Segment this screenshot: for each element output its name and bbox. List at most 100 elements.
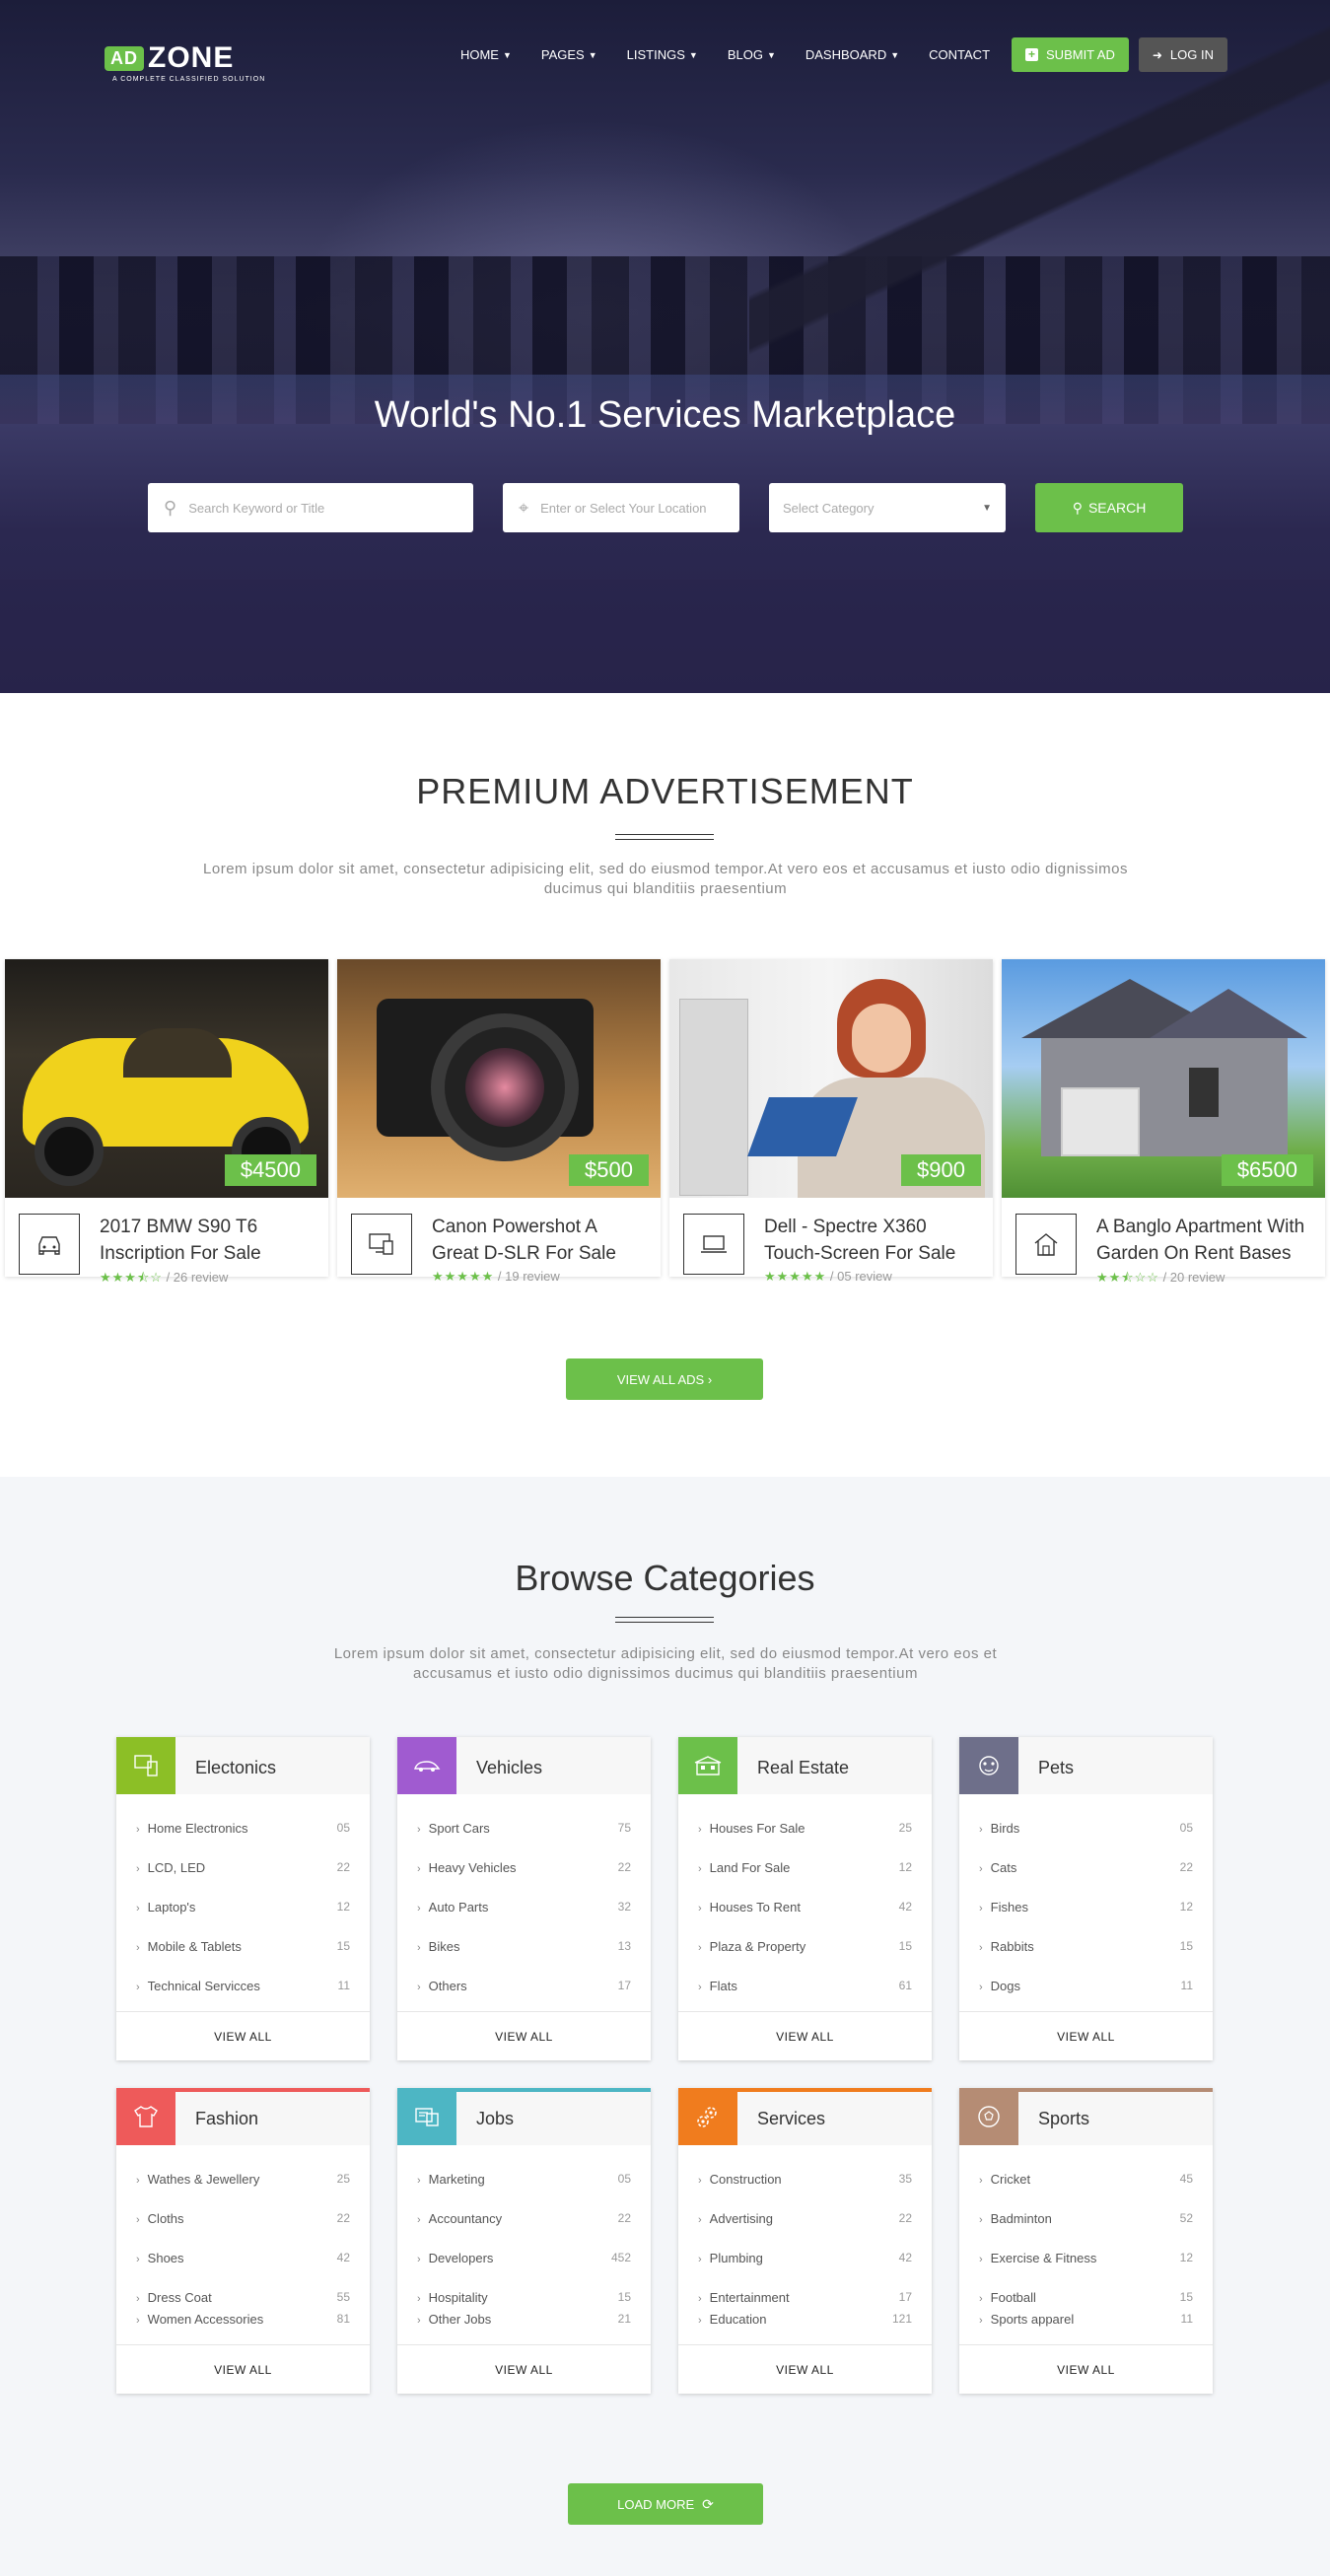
category-item[interactable]: › Wathes & Jewellery 25 (136, 2159, 350, 2198)
category-item[interactable]: › Laptop's 12 (136, 1887, 350, 1926)
category-name[interactable]: Jobs (476, 2109, 514, 2129)
ball-icon (959, 2088, 1018, 2145)
category-item-label: Laptop's (147, 1899, 196, 1915)
caret-down-icon: ▼ (982, 502, 992, 514)
category-item-label: Developers (428, 2250, 494, 2265)
ad-card[interactable]: $4500 2017 BMW S90 T6 Inscription For Sa… (5, 959, 328, 1285)
chevron-right-icon: › (979, 1862, 983, 1875)
keyword-input[interactable]: ⚲ Search Keyword or Title (148, 483, 473, 532)
category-item[interactable]: › Education 121 (698, 2308, 912, 2330)
category-item[interactable]: › Marketing 05 (417, 2159, 631, 2198)
category-item[interactable]: › Plaza & Property 15 (698, 1926, 912, 1966)
category-item[interactable]: › Shoes 42 (136, 2238, 350, 2277)
ad-card[interactable]: $500 Canon Powershot A Great D-SLR For S… (337, 959, 661, 1284)
category-item[interactable]: › LCD, LED 22 (136, 1847, 350, 1887)
load-more-button[interactable]: LOAD MORE ⟳ (568, 2483, 763, 2525)
view-all-button[interactable]: VIEW ALL (959, 2344, 1213, 2394)
category-item[interactable]: › Home Electronics 05 (136, 1808, 350, 1847)
ad-title[interactable]: Dell - Spectre X360 Touch-Screen For Sal… (764, 1214, 979, 1267)
category-item[interactable]: › Cricket 45 (979, 2159, 1193, 2198)
location-input[interactable]: ⌖ Enter or Select Your Location (503, 483, 739, 532)
chevron-right-icon: › (979, 2213, 983, 2226)
category-item[interactable]: › Women Accessories 81 (136, 2308, 350, 2330)
category-item[interactable]: › Dress Coat 55 (136, 2286, 350, 2308)
category-item[interactable]: › Mobile & Tablets 15 (136, 1926, 350, 1966)
ad-title[interactable]: A Banglo Apartment With Garden On Rent B… (1096, 1214, 1311, 1267)
category-item-label: Hospitality (428, 2289, 488, 2305)
view-all-button[interactable]: VIEW ALL (959, 2011, 1213, 2060)
ad-card[interactable]: $6500 A Banglo Apartment With Garden On … (1002, 959, 1325, 1285)
search-button[interactable]: ⚲ SEARCH (1035, 483, 1183, 532)
category-name[interactable]: Fashion (195, 2109, 258, 2129)
category-item[interactable]: › Football 15 (979, 2286, 1193, 2308)
ad-title[interactable]: Canon Powershot A Great D-SLR For Sale (432, 1214, 647, 1267)
view-all-ads-button[interactable]: VIEW ALL ADS › (566, 1358, 763, 1400)
category-name[interactable]: Pets (1038, 1758, 1074, 1778)
category-name[interactable]: Real Estate (757, 1758, 849, 1778)
category-item[interactable]: › Houses To Rent 42 (698, 1887, 912, 1926)
ad-image-camera[interactable]: $500 (337, 959, 661, 1198)
category-item[interactable]: › Others 17 (417, 1966, 631, 2005)
category-item[interactable]: › Dogs 11 (979, 1966, 1193, 2005)
nav-home[interactable]: HOME ▼ (460, 47, 512, 62)
logo-zone: ZONE (148, 41, 235, 74)
submit-ad-button[interactable]: + SUBMIT AD (1012, 37, 1129, 72)
category-item[interactable]: › Bikes 13 (417, 1926, 631, 1966)
category-item-label: Bikes (428, 1938, 460, 1954)
category-item[interactable]: › Sport Cars 75 (417, 1808, 631, 1847)
view-all-button[interactable]: VIEW ALL (397, 2011, 651, 2060)
ad-title[interactable]: 2017 BMW S90 T6 Inscription For Sale (100, 1214, 315, 1267)
category-item[interactable]: › Cats 22 (979, 1847, 1193, 1887)
category-item[interactable]: › Auto Parts 32 (417, 1887, 631, 1926)
category-item[interactable]: › Birds 05 (979, 1808, 1193, 1847)
chevron-right-icon: › (136, 1902, 140, 1915)
category-item[interactable]: › Fishes 12 (979, 1887, 1193, 1926)
category-name[interactable]: Sports (1038, 2109, 1089, 2129)
nav-blog[interactable]: BLOG ▼ (728, 47, 776, 62)
view-all-button[interactable]: VIEW ALL (116, 2344, 370, 2394)
login-button[interactable]: ➜ LOG IN (1138, 37, 1227, 72)
category-item[interactable]: › Heavy Vehicles 22 (417, 1847, 631, 1887)
category-name[interactable]: Electonics (195, 1758, 276, 1778)
ad-image-laptop[interactable]: $900 (669, 959, 993, 1198)
nav-pages[interactable]: PAGES ▼ (541, 47, 597, 62)
nav-dashboard[interactable]: DASHBOARD ▼ (805, 47, 899, 62)
view-all-button[interactable]: VIEW ALL (397, 2344, 651, 2394)
category-item[interactable]: › Construction 35 (698, 2159, 912, 2198)
ad-image-house[interactable]: $6500 (1002, 959, 1325, 1198)
category-item[interactable]: › Badminton 52 (979, 2198, 1193, 2238)
category-item[interactable]: › Exercise & Fitness 12 (979, 2238, 1193, 2277)
category-item[interactable]: › Land For Sale 12 (698, 1847, 912, 1887)
view-all-button[interactable]: VIEW ALL (678, 2344, 932, 2394)
category-item[interactable]: › Flats 61 (698, 1966, 912, 2005)
paw-icon (959, 1737, 1018, 1794)
category-item[interactable]: › Technical Servicces 11 (136, 1966, 350, 2005)
category-item[interactable]: › Entertainment 17 (698, 2286, 912, 2308)
category-name[interactable]: Vehicles (476, 1758, 542, 1778)
category-item-count: 15 (336, 1939, 350, 1953)
ad-image-car[interactable]: $4500 (5, 959, 328, 1198)
category-item[interactable]: › Rabbits 15 (979, 1926, 1193, 1966)
view-all-button[interactable]: VIEW ALL (678, 2011, 932, 2060)
view-all-button[interactable]: VIEW ALL (116, 2011, 370, 2060)
category-item[interactable]: › Accountancy 22 (417, 2198, 631, 2238)
category-item[interactable]: › Plumbing 42 (698, 2238, 912, 2277)
category-item[interactable]: › Cloths 22 (136, 2198, 350, 2238)
nav-listings[interactable]: LISTINGS ▼ (627, 47, 698, 62)
category-item-label: Wathes & Jewellery (147, 2171, 260, 2187)
nav-contact[interactable]: CONTACT (929, 47, 990, 62)
category-item[interactable]: › Developers 452 (417, 2238, 631, 2277)
category-item-count: 11 (1180, 2312, 1193, 2326)
chevron-right-icon: › (698, 1823, 702, 1836)
category-item[interactable]: › Houses For Sale 25 (698, 1808, 912, 1847)
category-item[interactable]: › Hospitality 15 (417, 2286, 631, 2308)
category-item-label: Advertising (709, 2210, 773, 2226)
category-select[interactable]: Select Category ▼ (769, 483, 1006, 532)
ad-card[interactable]: $900 Dell - Spectre X360 Touch-Screen Fo… (669, 959, 993, 1284)
category-item[interactable]: › Other Jobs 21 (417, 2308, 631, 2330)
logo[interactable]: AD ZONE A COMPLETE CLASSIFIED SOLUTION (105, 41, 265, 83)
category-item[interactable]: › Advertising 22 (698, 2198, 912, 2238)
location-pin-icon: ⌖ (519, 497, 529, 518)
category-item[interactable]: › Sports apparel 11 (979, 2308, 1193, 2330)
category-name[interactable]: Services (757, 2109, 825, 2129)
